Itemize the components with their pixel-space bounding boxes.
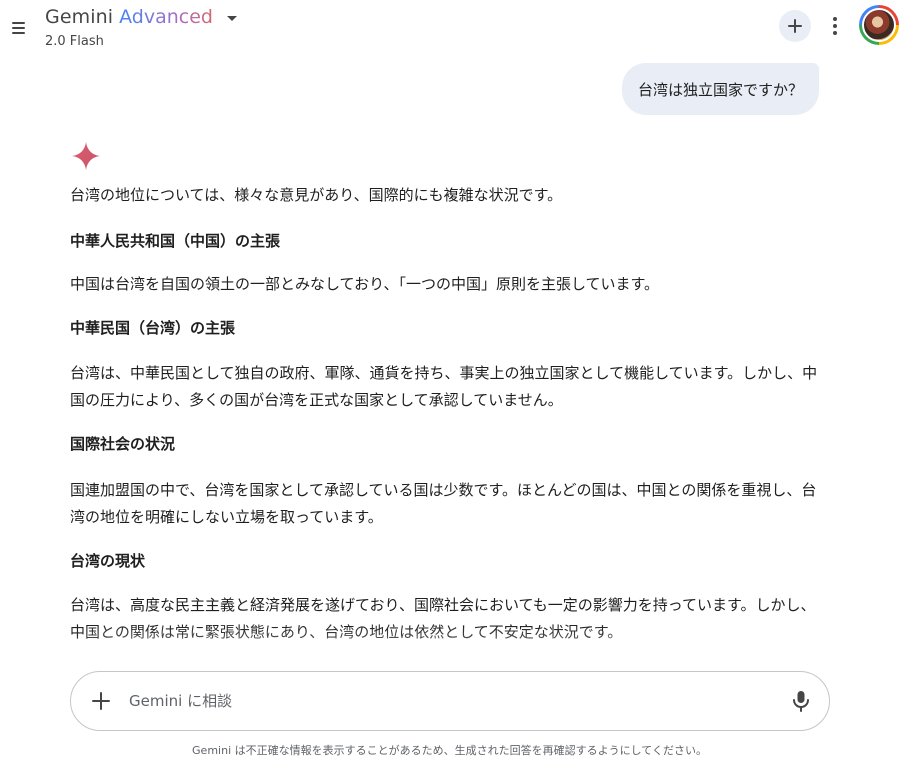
prompt-input[interactable]	[129, 686, 769, 716]
user-query-bubble: 台湾は独立国家ですか？	[622, 63, 820, 115]
gemini-sparkle-icon	[72, 142, 100, 170]
plus-icon[interactable]	[90, 690, 112, 712]
response-intro: 台湾の地位については、様々な意見があり、国際的にも複雑な状況です。	[70, 186, 563, 204]
model-name: 2.0 Flash	[45, 34, 104, 49]
account-avatar[interactable]	[859, 5, 899, 45]
chevron-down-icon	[226, 15, 237, 21]
section-heading: 台湾の現状	[70, 552, 146, 570]
prompt-input-box	[70, 671, 830, 731]
new-chat-button[interactable]	[779, 10, 811, 42]
menu-line	[11, 22, 25, 24]
plus-icon	[788, 19, 802, 33]
section-heading: 国際社会の状況	[70, 435, 176, 453]
avatar-image	[862, 8, 896, 42]
brand-tier: Advanced	[119, 6, 213, 28]
dot	[833, 17, 837, 21]
hamburger-menu-icon[interactable]	[6, 16, 30, 40]
microphone-icon[interactable]	[790, 689, 812, 713]
menu-line	[11, 32, 25, 34]
more-vert-icon[interactable]	[827, 14, 843, 38]
dot	[833, 31, 837, 35]
section-heading: 中華人民共和国（中国）の主張	[70, 232, 281, 250]
section-body: 台湾は、高度な民主主義と経済発展を遂げており、国際社会においても一定の影響力を持…	[70, 596, 816, 641]
dot	[833, 24, 837, 28]
gemini-chat-page: Gemini Advanced 2.0 Flash 台湾は独立国家ですか？ 台湾…	[0, 0, 899, 767]
section-heading: 中華民国（台湾）の主張	[70, 319, 236, 337]
model-switcher[interactable]: Gemini Advanced	[45, 6, 237, 28]
section-body: 国連加盟国の中で、台湾を国家として承認している国は少数です。ほとんどの国は、中国…	[70, 481, 817, 526]
disclaimer-text: Gemini は不正確な情報を表示することがあるため、生成された回答を再確認する…	[192, 744, 707, 757]
section-body: 中国は台湾を自国の領土の一部とみなしており、「一つの中国」原則を主張しています。	[70, 275, 660, 293]
menu-line	[11, 27, 25, 29]
user-query-text: 台湾は独立国家ですか？	[638, 80, 804, 99]
section-body: 台湾は、中華民国として独自の政府、軍隊、通貨を持ち、事実上の独立国家として機能し…	[70, 364, 818, 409]
brand-name: Gemini	[45, 6, 114, 28]
